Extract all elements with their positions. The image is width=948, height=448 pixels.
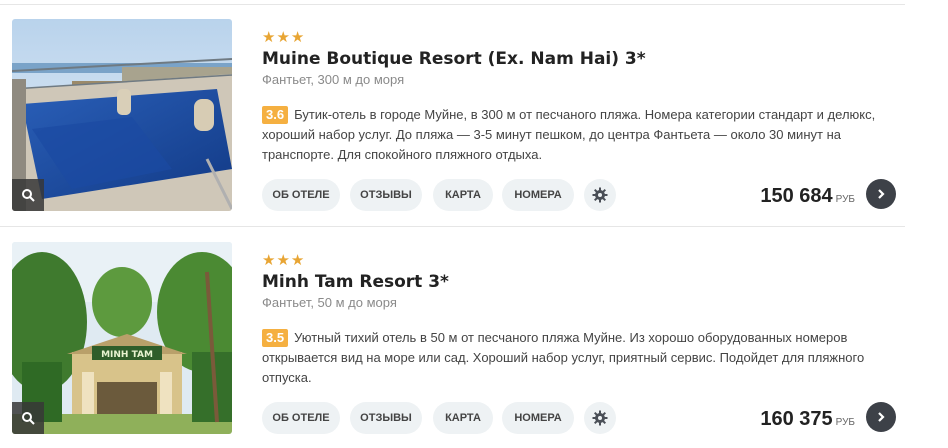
rooms-button[interactable]: НОМЕРА [502, 179, 574, 211]
gear-icon [592, 410, 608, 426]
hotel-name[interactable]: Muine Boutique Resort (Ex. Nam Hai) 3* [262, 49, 646, 69]
map-button[interactable]: КАРТА [433, 402, 493, 434]
hotel-card-2: MINH TAM ★★★ Minh Tam Resort 3* Фантьет,… [0, 242, 905, 442]
description-text: Бутик-отель в городе Муйне, в 300 м от п… [262, 107, 876, 162]
star-rating: ★★★ [262, 252, 306, 269]
hotel-location: Фантьет, 50 м до моря [262, 295, 397, 310]
rooms-button[interactable]: НОМЕРА [502, 402, 574, 434]
price: 160 375 РУБ [760, 408, 855, 431]
price-currency: РУБ [835, 417, 855, 428]
chevron-right-icon [878, 412, 885, 422]
zoom-button[interactable] [12, 179, 44, 211]
go-button[interactable] [866, 402, 896, 432]
reviews-button[interactable]: ОТЗЫВЫ [350, 402, 422, 434]
price-value: 160 375 [760, 408, 833, 430]
zoom-button[interactable] [12, 402, 44, 434]
hotel-photo[interactable] [12, 19, 232, 211]
resort-image: MINH TAM [12, 242, 232, 434]
about-button[interactable]: ОБ ОТЕЛЕ [262, 402, 340, 434]
description-text: Уютный тихий отель в 50 м от песчаного п… [262, 330, 865, 385]
go-button[interactable] [866, 179, 896, 209]
price-value: 150 684 [760, 185, 833, 207]
card-divider [0, 226, 905, 227]
gear-icon [592, 187, 608, 203]
hotel-description: 3.6 Бутик-отель в городе Муйне, в 300 м о… [262, 105, 902, 165]
map-button[interactable]: КАРТА [433, 179, 493, 211]
hotel-description: 3.5 Уютный тихий отель в 50 м от песчаног… [262, 328, 902, 388]
hotel-photo[interactable]: MINH TAM [12, 242, 232, 434]
rating-badge: 3.6 [262, 106, 289, 124]
chevron-right-icon [878, 189, 885, 199]
hotel-name[interactable]: Minh Tam Resort 3* [262, 272, 449, 292]
hotel-sign-text: MINH TAM [101, 350, 153, 360]
price-currency: РУБ [835, 194, 855, 205]
price: 150 684 РУБ [760, 185, 855, 208]
settings-button[interactable] [584, 179, 616, 211]
hotel-location: Фантьет, 300 м до моря [262, 72, 405, 87]
search-icon [22, 189, 35, 202]
top-divider [0, 4, 905, 5]
rating-badge: 3.5 [262, 329, 289, 347]
pool-image [12, 19, 232, 211]
hotel-card-1: ★★★ Muine Boutique Resort (Ex. Nam Hai) … [0, 19, 905, 219]
star-rating: ★★★ [262, 29, 306, 46]
settings-button[interactable] [584, 402, 616, 434]
reviews-button[interactable]: ОТЗЫВЫ [350, 179, 422, 211]
search-icon [22, 412, 35, 425]
about-button[interactable]: ОБ ОТЕЛЕ [262, 179, 340, 211]
